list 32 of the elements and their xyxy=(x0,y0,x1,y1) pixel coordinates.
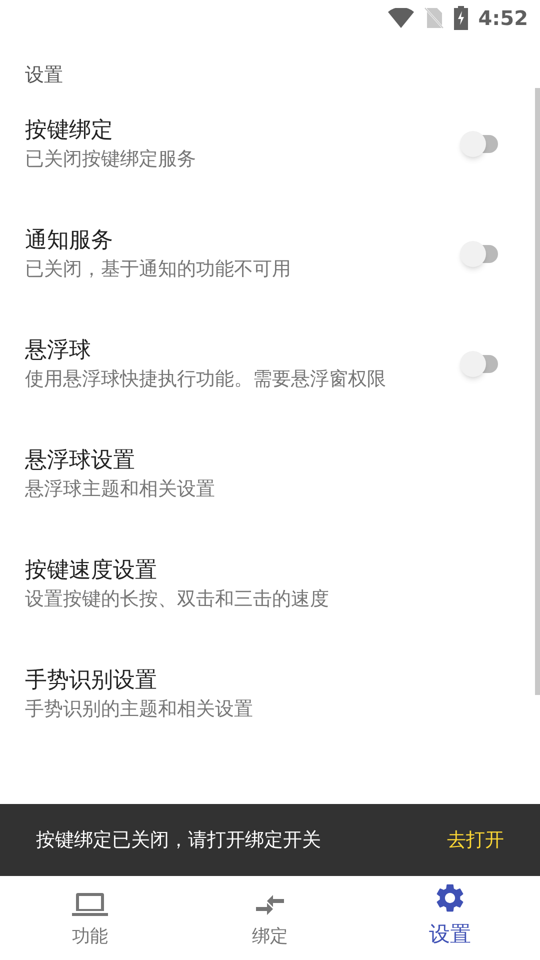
nav-tab[interactable]: 设置 xyxy=(360,876,540,960)
item-title: 手势识别设置 xyxy=(25,667,158,695)
wifi-icon xyxy=(388,8,414,28)
snackbar-action[interactable]: 去打开 xyxy=(447,826,504,854)
item-subtitle: 已关闭按键绑定服务 xyxy=(25,147,197,172)
settings-item[interactable]: 悬浮球 使用悬浮球快捷执行功能。需要悬浮窗权限 xyxy=(0,324,532,434)
settings-item[interactable]: 通知服务 已关闭，基于通知的功能不可用 xyxy=(0,214,532,324)
item-subtitle: 手势识别的主题和相关设置 xyxy=(25,697,254,722)
item-subtitle: 已关闭，基于通知的功能不可用 xyxy=(25,257,292,282)
item-title: 按键绑定 xyxy=(25,117,114,145)
item-subtitle: 悬浮球主题和相关设置 xyxy=(25,477,216,502)
item-title: 悬浮球设置 xyxy=(25,447,136,475)
nav-tab[interactable]: 功能 xyxy=(0,876,180,960)
nav-tab[interactable]: 绑定 xyxy=(180,876,360,960)
item-title: 悬浮球 xyxy=(25,337,92,365)
settings-item[interactable]: 手势识别设置 手势识别的主题和相关设置 xyxy=(0,654,532,764)
item-subtitle: 设置按键的长按、双击和三击的速度 xyxy=(25,587,330,612)
section-title: 设置 xyxy=(24,63,64,88)
snackbar-message: 按键绑定已关闭，请打开绑定开关 xyxy=(36,828,321,853)
toggle-switch[interactable] xyxy=(460,131,500,157)
toggle-switch[interactable] xyxy=(460,351,500,377)
no-sim-icon xyxy=(424,7,444,29)
battery-charging-icon xyxy=(454,6,468,30)
item-title: 通知服务 xyxy=(25,227,114,255)
item-title: 按键速度设置 xyxy=(25,557,158,585)
status-time: 4:52 xyxy=(478,5,528,32)
settings-item[interactable]: 按键绑定 已关闭按键绑定服务 xyxy=(0,104,532,214)
laptop-icon xyxy=(72,891,108,919)
toggle-switch[interactable] xyxy=(460,241,500,267)
item-subtitle: 使用悬浮球快捷执行功能。需要悬浮窗权限 xyxy=(25,367,387,392)
settings-item[interactable]: 悬浮球设置 悬浮球主题和相关设置 xyxy=(0,434,532,544)
settings-item[interactable]: 按键速度设置 设置按键的长按、双击和三击的速度 xyxy=(0,544,532,654)
